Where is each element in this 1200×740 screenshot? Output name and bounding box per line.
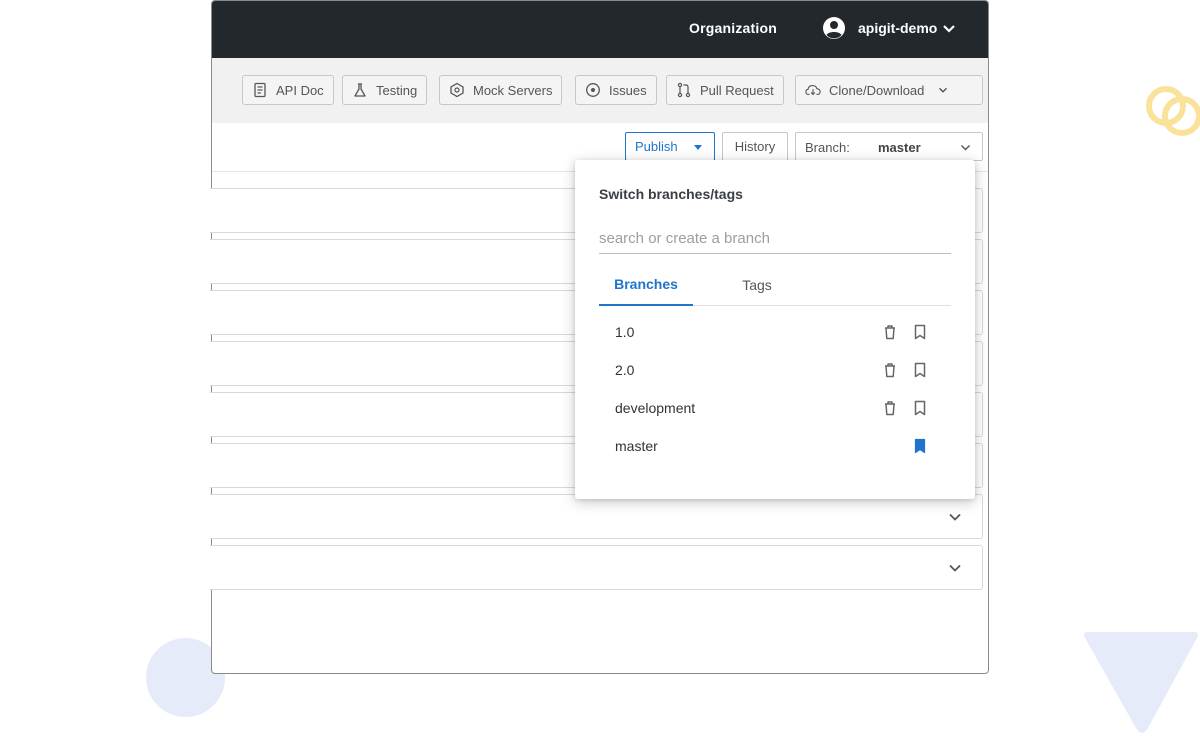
popover-title: Switch branches/tags: [599, 186, 743, 202]
decorative-rings: [1146, 86, 1200, 136]
pull-request-label: Pull Request: [700, 82, 774, 98]
chevron-down-icon: [939, 87, 948, 93]
issues-button[interactable]: Issues: [575, 75, 657, 105]
tab-branches[interactable]: Branches: [599, 264, 693, 306]
chevron-down-icon[interactable]: [947, 509, 963, 525]
trash-icon[interactable]: [881, 323, 899, 341]
top-navbar: Organization apigit-demo: [212, 1, 988, 58]
mock-servers-button[interactable]: Mock Servers: [439, 75, 563, 105]
branch-select[interactable]: Branch: master: [795, 132, 983, 161]
bookmark-outline-icon[interactable]: [911, 323, 929, 341]
branch-name: 1.0: [615, 324, 635, 340]
tab-tags[interactable]: Tags: [733, 264, 781, 306]
pull-request-icon: [677, 82, 691, 98]
branch-search-input[interactable]: [599, 224, 951, 254]
clone-download-button[interactable]: Clone/Download: [795, 75, 983, 105]
trash-icon[interactable]: [881, 399, 899, 417]
branch-select-value: master: [878, 140, 921, 155]
branch-item-development[interactable]: development: [599, 390, 951, 428]
bookmark-outline-icon[interactable]: [911, 399, 929, 417]
bookmark-outline-icon[interactable]: [911, 361, 929, 379]
branch-switcher-popover: Switch branches/tags Branches Tags 1.0 2…: [575, 160, 975, 499]
branch-name: master: [615, 438, 658, 454]
chevron-down-icon: [960, 144, 971, 151]
publish-label: Publish: [635, 139, 678, 154]
account-circle-icon: [823, 17, 845, 39]
repo-toolbar: API Doc Testing Mock Servers Issues Pull…: [212, 58, 988, 123]
branch-tabs: Branches Tags: [599, 264, 951, 306]
document-icon: [254, 82, 266, 98]
decorative-triangle: [1084, 632, 1198, 733]
clone-download-label: Clone/Download: [829, 82, 925, 98]
branch-name: 2.0: [615, 362, 635, 378]
publish-button[interactable]: Publish: [625, 132, 715, 161]
chevron-down-icon: [943, 25, 956, 33]
branch-item-2-0[interactable]: 2.0: [599, 352, 951, 390]
history-button[interactable]: History: [722, 132, 788, 161]
cloud-download-icon: [805, 85, 821, 96]
branch-select-label: Branch:: [805, 140, 850, 155]
issues-label: Issues: [609, 82, 647, 98]
testing-button[interactable]: Testing: [342, 75, 428, 105]
trash-icon[interactable]: [881, 361, 899, 379]
flask-icon: [354, 83, 366, 97]
list-item[interactable]: [210, 545, 983, 590]
branch-name: development: [615, 400, 696, 416]
user-menu[interactable]: apigit-demo: [822, 16, 957, 40]
user-name: apigit-demo: [858, 20, 938, 36]
bookmark-filled-icon: [914, 438, 926, 454]
caret-down-icon: [694, 145, 702, 150]
mock-servers-label: Mock Servers: [473, 82, 553, 98]
testing-label: Testing: [376, 82, 418, 98]
mock-server-icon: [450, 82, 464, 98]
organization-link[interactable]: Organization: [689, 20, 777, 36]
chevron-down-icon[interactable]: [947, 560, 963, 576]
list-item[interactable]: [210, 494, 983, 539]
api-doc-button[interactable]: API Doc: [242, 75, 334, 105]
api-doc-label: API Doc: [276, 82, 324, 98]
issue-icon: [586, 83, 600, 97]
branch-item-master[interactable]: master: [599, 428, 951, 466]
branch-item-1-0[interactable]: 1.0: [599, 314, 951, 352]
pull-request-button[interactable]: Pull Request: [666, 75, 784, 105]
